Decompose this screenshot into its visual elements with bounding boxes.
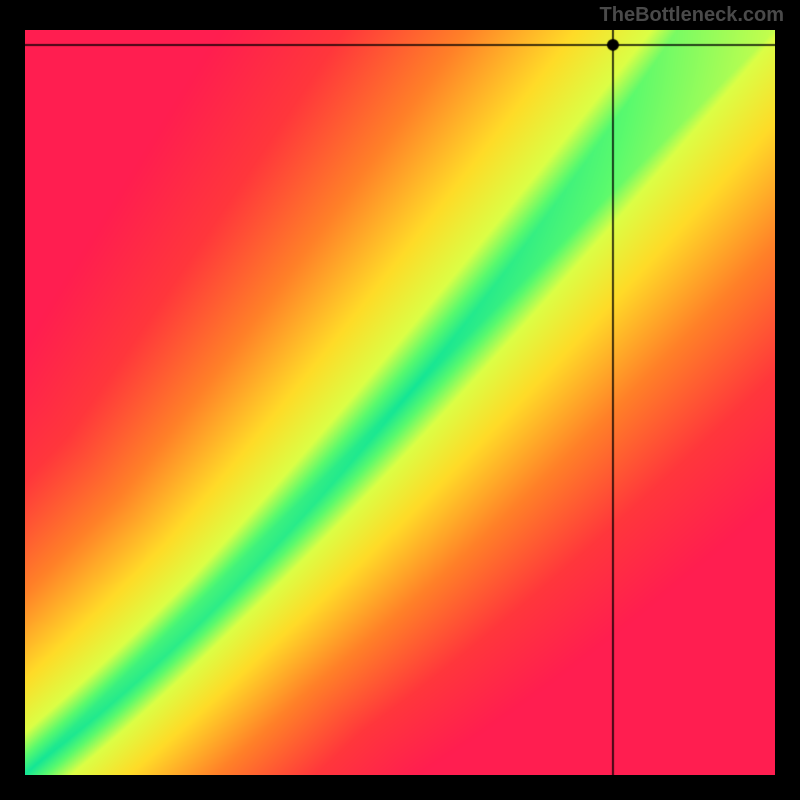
chart-container: TheBottleneck.com (0, 0, 800, 800)
watermark-text: TheBottleneck.com (600, 4, 784, 27)
plot-area (25, 30, 775, 775)
heatmap-canvas (25, 30, 775, 775)
